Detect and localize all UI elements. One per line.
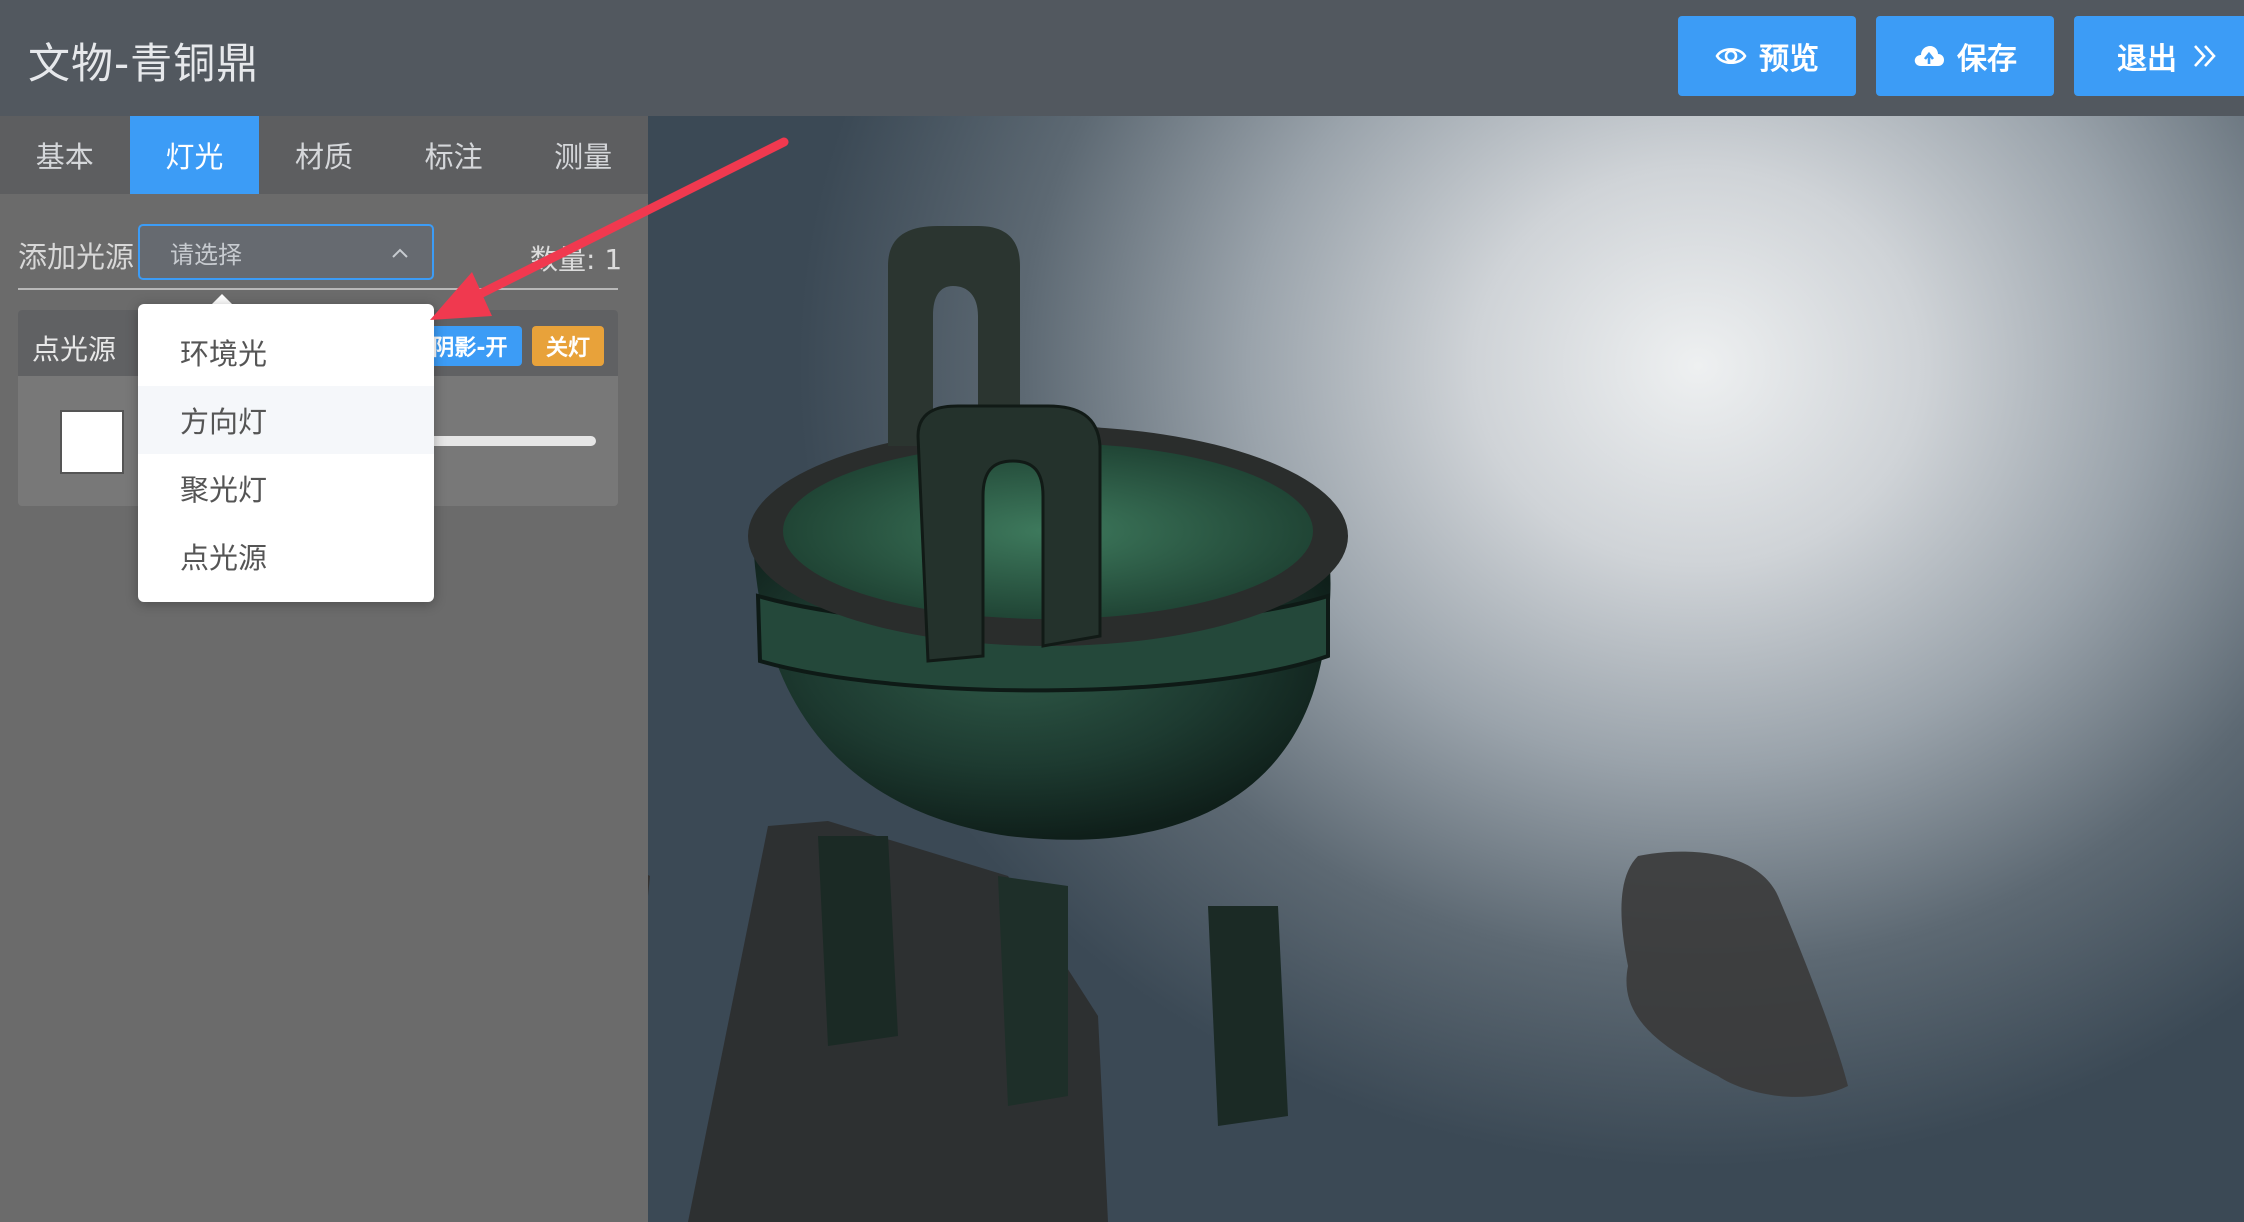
- light-type-select[interactable]: 请选择: [138, 224, 434, 280]
- tab-lighting[interactable]: 灯光: [129, 116, 260, 194]
- option-point-light[interactable]: 点光源: [138, 522, 434, 590]
- exit-button[interactable]: 退出: [2074, 16, 2244, 96]
- dropdown-caret: [212, 294, 232, 304]
- select-placeholder: 请选择: [170, 240, 242, 269]
- tab-basic[interactable]: 基本: [0, 116, 130, 194]
- eye-icon: [1715, 47, 1747, 65]
- option-directional-light[interactable]: 方向灯: [138, 386, 434, 454]
- model-viewport[interactable]: [640, 116, 2244, 1222]
- cloud-upload-icon: [1914, 46, 1944, 66]
- save-button[interactable]: 保存: [1876, 16, 2054, 96]
- save-button-label: 保存: [1957, 42, 2017, 77]
- add-light-label: 添加光源: [18, 240, 135, 274]
- top-bar: 文物-青铜鼎 预览 保存 退出: [0, 0, 2244, 116]
- option-spot-light[interactable]: 聚光灯: [138, 454, 434, 522]
- annotation-arrow-icon: [430, 137, 789, 320]
- double-chevron-right-icon: [2194, 45, 2216, 67]
- preview-button[interactable]: 预览: [1678, 16, 1856, 96]
- page-title: 文物-青铜鼎: [28, 39, 260, 88]
- light-color-swatch[interactable]: [60, 410, 124, 474]
- exit-button-label: 退出: [2117, 42, 2177, 77]
- preview-button-label: 预览: [1759, 42, 1819, 77]
- option-ambient-light[interactable]: 环境光: [138, 318, 434, 386]
- tab-material[interactable]: 材质: [259, 116, 389, 194]
- bronze-ding-model[interactable]: [640, 116, 2244, 1222]
- light-type-dropdown: 环境光 方向灯 聚光灯 点光源: [138, 304, 434, 602]
- light-name: 点光源: [32, 333, 117, 366]
